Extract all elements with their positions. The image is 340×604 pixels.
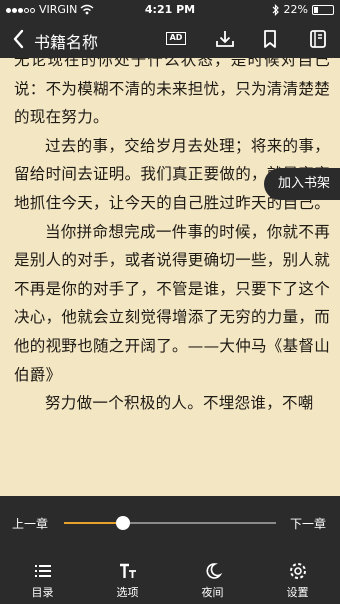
book-icon [310, 30, 326, 48]
bottom-nav: 目录 选项 夜间 设置 [0, 556, 340, 604]
nav-label: 目录 [31, 586, 54, 599]
paragraph: 努力做一个积极的人。不埋怨谁，不嘲 [45, 394, 314, 413]
paragraph: 无论现在的你处于什么状态，是时候对自己说：不为模糊不清的未来担忧，只为清清楚楚的… [14, 58, 331, 127]
bottom-panel: 上一章 下一章 目录 选项 夜间 设置 [0, 496, 340, 604]
nav-label: 夜间 [201, 586, 224, 599]
status-bar: VIRGIN 4:21 PM 22% [0, 0, 340, 20]
top-toolbar: 书籍名称 AD [0, 20, 340, 58]
download-icon [216, 31, 234, 47]
book-title: 书籍名称 [34, 33, 99, 52]
chevron-left-icon [13, 29, 24, 49]
gear-icon [289, 563, 306, 579]
paragraph: 当你拼命想完成一件事的时候，你就不再是别人的对手，或者说得更确切一些，别人就不再… [14, 222, 331, 384]
list-icon [34, 565, 51, 577]
bookmark-button[interactable] [257, 26, 283, 52]
font-icon [119, 563, 136, 578]
download-button[interactable] [212, 26, 238, 52]
chapter-text: 无论现在的你处于什么状态，是时候对自己说：不为模糊不清的未来担忧，只为清清楚楚的… [14, 58, 330, 418]
battery-icon [312, 4, 334, 15]
book-info-button[interactable] [305, 26, 331, 52]
nav-settings[interactable]: 设置 [255, 556, 340, 604]
back-button[interactable] [6, 25, 32, 53]
moon-icon [206, 563, 222, 579]
nav-contents[interactable]: 目录 [0, 556, 85, 604]
nav-night-mode[interactable]: 夜间 [170, 556, 255, 604]
slider-filled [64, 522, 124, 524]
slider-handle[interactable] [116, 516, 131, 530]
add-to-shelf-button[interactable]: 加入书架 [263, 168, 340, 200]
chapter-progress-slider[interactable] [64, 516, 276, 530]
ad-button[interactable]: AD [163, 26, 189, 52]
bluetooth-icon [272, 3, 279, 16]
bookmark-icon [264, 30, 276, 48]
nav-label: 设置 [286, 586, 309, 599]
nav-options[interactable]: 选项 [85, 556, 170, 604]
nav-label: 选项 [116, 586, 139, 599]
ad-icon: AD [166, 32, 186, 45]
battery-percent: 22% [283, 3, 308, 16]
reading-area[interactable]: 无论现在的你处于什么状态，是时候对自己说：不为模糊不清的未来担忧，只为清清楚楚的… [0, 58, 340, 496]
next-chapter-button[interactable]: 下一章 [290, 515, 326, 532]
prev-chapter-button[interactable]: 上一章 [12, 515, 48, 532]
